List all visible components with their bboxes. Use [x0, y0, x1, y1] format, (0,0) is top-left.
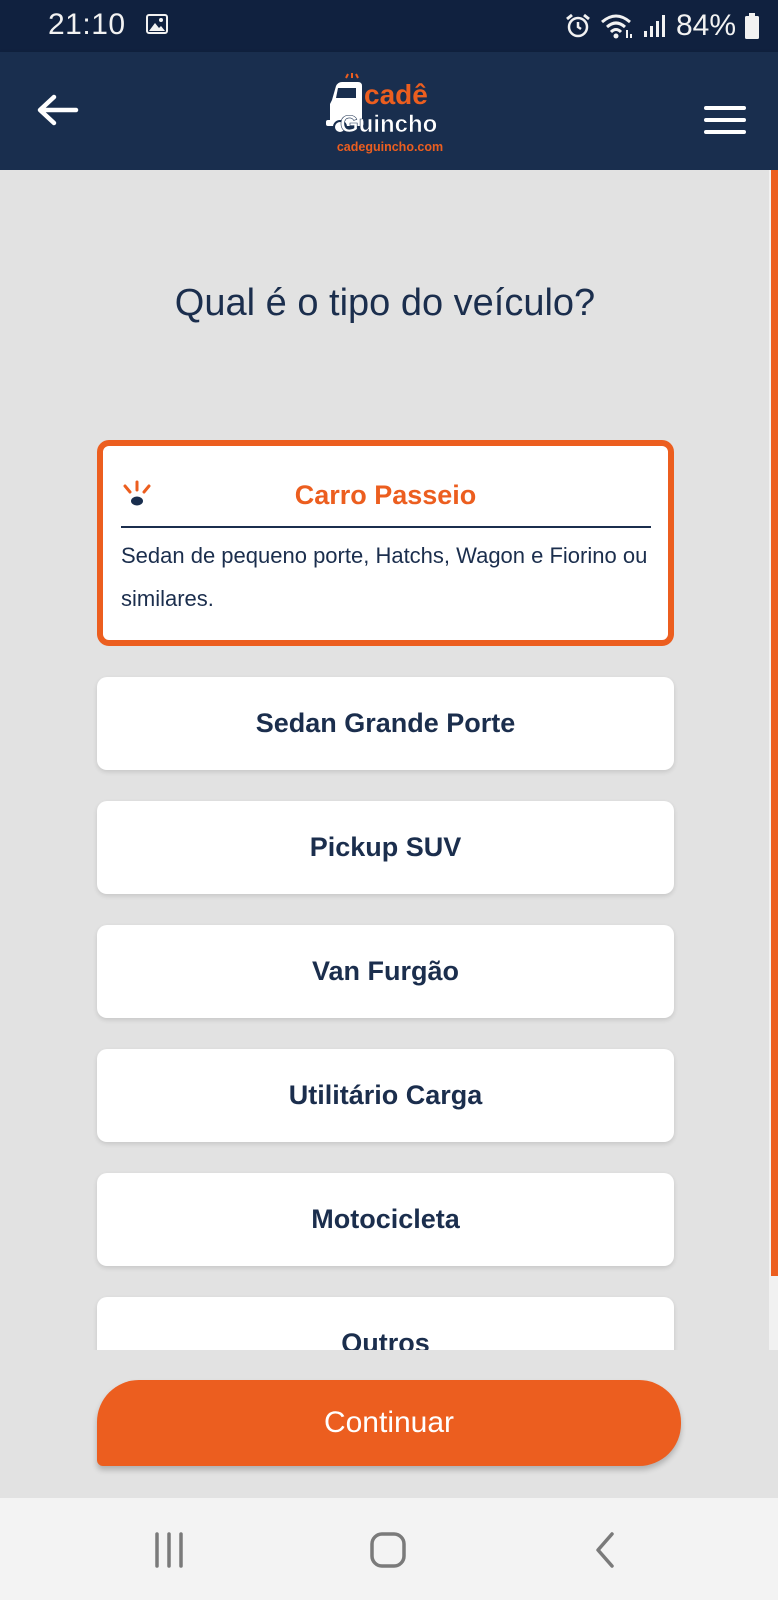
vehicle-option-carro-passeio[interactable]: Carro Passeio Sedan de pequeno porte, Ha… — [97, 440, 674, 646]
vehicle-option-label: Pickup SUV — [309, 832, 462, 862]
vehicle-option-pickup-suv[interactable]: Pickup SUV — [97, 801, 674, 894]
vehicle-option-label: Motocicleta — [311, 1204, 460, 1234]
continue-button[interactable]: Continuar — [97, 1380, 681, 1466]
app-header: cadê Guincho cadeguincho.com — [0, 52, 778, 170]
hamburger-menu-icon[interactable] — [702, 102, 748, 138]
logo-url: cadeguincho.com — [336, 140, 444, 154]
recent-apps-icon[interactable] — [152, 1528, 186, 1572]
vehicle-option-motocicleta[interactable]: Motocicleta — [97, 1173, 674, 1266]
status-time: 21:10 — [48, 8, 126, 41]
vehicle-option-label: Utilitário Carga — [288, 1080, 483, 1110]
status-icons: 84% — [564, 8, 760, 44]
vehicle-option-label: Carro Passeio — [294, 480, 477, 510]
battery-icon — [745, 13, 759, 39]
bottom-action-area: Continuar — [0, 1350, 778, 1498]
system-back-icon[interactable] — [590, 1528, 620, 1572]
system-navigation-bar — [0, 1498, 778, 1600]
vehicle-option-outros[interactable]: Outros — [97, 1297, 674, 1350]
logo-text-top: cadê — [364, 79, 428, 110]
status-bar: 21:10 84% — [0, 0, 778, 52]
vehicle-option-label: Sedan Grande Porte — [255, 708, 516, 738]
cade-guincho-logo: cadê Guincho cadeguincho.com — [326, 72, 454, 162]
vehicle-option-sedan-grande-porte[interactable]: Sedan Grande Porte — [97, 677, 674, 770]
signal-icon — [643, 15, 665, 37]
home-icon[interactable] — [368, 1528, 408, 1572]
vehicle-option-label: Van Furgão — [311, 956, 460, 986]
back-arrow-icon[interactable] — [34, 90, 80, 130]
battery-percentage: 84% — [675, 9, 736, 42]
alarm-icon — [566, 13, 590, 38]
gallery-notification-icon — [146, 14, 168, 34]
vehicle-option-van-furgao[interactable]: Van Furgão — [97, 925, 674, 1018]
wifi-icon — [600, 14, 632, 39]
vehicle-option-utilitario-carga[interactable]: Utilitário Carga — [97, 1049, 674, 1142]
vehicle-option-label: Outros — [341, 1328, 430, 1350]
divider — [121, 526, 651, 528]
vehicle-type-selection: Qual é o tipo do veículo? Carro Passeio … — [0, 170, 778, 1350]
scrollbar-thumb[interactable] — [771, 170, 778, 1276]
tow-truck-logo-icon: cadê Guincho — [326, 73, 438, 138]
page-question: Qual é o tipo do veículo? — [174, 282, 596, 324]
logo-text-bottom: Guincho — [340, 111, 437, 138]
vehicle-option-description: Sedan de pequeno porte, Hatchs, Wagon e … — [121, 543, 648, 611]
